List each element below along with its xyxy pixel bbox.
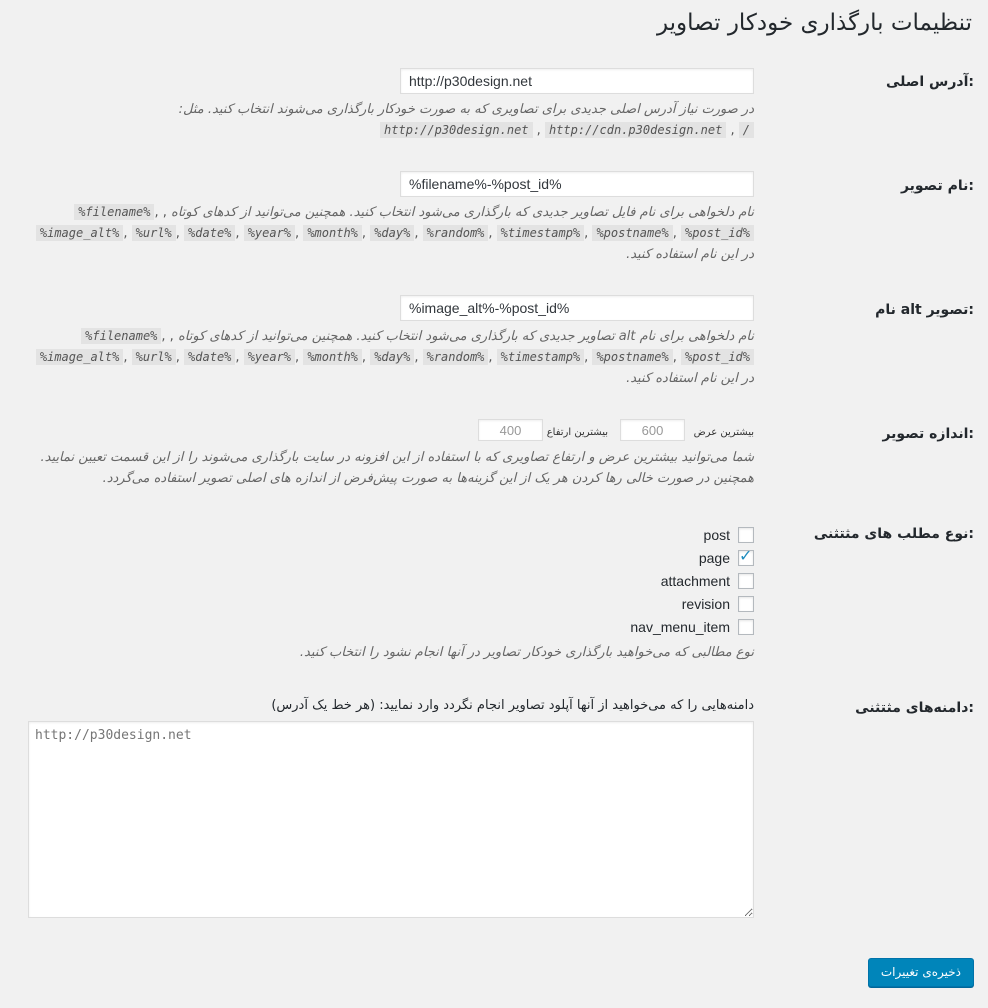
- image-name-description-end: در این نام استفاده کنید.: [626, 247, 754, 262]
- excluded-domains-description: دامنه‌هایی را که می‌خواهید از آنها آپلود…: [271, 698, 754, 713]
- image-name-description-text: نام دلخواهی برای نام فایل تصاویر جدیدی ک…: [171, 205, 754, 220]
- code-random: %random%: [422, 225, 489, 241]
- post-type-option-attachment[interactable]: attachment: [661, 571, 754, 591]
- image-alt-description-text: نام دلخواهی برای نام alt تصاویر جدیدی که…: [177, 329, 754, 344]
- max-width-label: بیشترین عرض: [693, 427, 754, 438]
- code-image-alt: %image_alt%: [35, 225, 124, 241]
- post-type-option-label: page: [698, 550, 730, 566]
- image-name-description: نام دلخواهی برای نام فایل تصاویر جدیدی ک…: [28, 202, 754, 265]
- max-height-input[interactable]: [478, 419, 543, 441]
- image-alt-description-end: در این نام استفاده کنید.: [626, 371, 754, 386]
- code-filename: %filename%: [74, 204, 155, 220]
- code-post-id: %post_id%: [680, 349, 754, 365]
- post-type-option-page[interactable]: ✓ page: [698, 546, 754, 568]
- base-url-description-text: در صورت نیاز آدرس اصلی جدیدی برای تصاویر…: [178, 102, 754, 117]
- post-type-option-nav-menu-item[interactable]: nav_menu_item: [630, 617, 754, 637]
- post-type-checkbox-page[interactable]: ✓: [738, 546, 754, 566]
- post-type-checkbox-post[interactable]: [738, 527, 754, 543]
- base-url-description: در صورت نیاز آدرس اصلی جدیدی برای تصاویر…: [178, 102, 754, 138]
- image-name-input[interactable]: [400, 171, 754, 197]
- excluded-domains-label: دامنه‌های مثتثنی:: [855, 700, 974, 716]
- base-url-example-3: /: [738, 122, 754, 138]
- code-postname: %postname%: [592, 349, 673, 365]
- code-random: %random%: [422, 349, 489, 365]
- code-timestamp: %timestamp%: [496, 349, 585, 365]
- code-date: %date%: [184, 225, 236, 241]
- code-image-alt: %image_alt%: [35, 349, 124, 365]
- code-year: %year%: [243, 349, 296, 365]
- code-timestamp: %timestamp%: [496, 225, 585, 241]
- post-type-checkbox-revision[interactable]: [738, 596, 754, 612]
- code-month: %month%: [303, 349, 362, 365]
- post-type-option-label: nav_menu_item: [630, 619, 730, 635]
- base-url-label: آدرس اصلی:: [885, 74, 974, 90]
- code-post-id: %post_id%: [680, 225, 754, 241]
- image-alt-description: نام دلخواهی برای نام alt تصاویر جدیدی که…: [28, 326, 754, 389]
- image-size-label: اندازه تصویر:: [882, 426, 974, 442]
- post-type-checkbox-attachment[interactable]: [738, 573, 754, 589]
- post-type-option-label: attachment: [660, 573, 730, 589]
- base-url-example-2: http://cdn.p30design.net: [544, 122, 727, 138]
- base-url-input[interactable]: [400, 68, 754, 94]
- image-name-label: نام تصویر:: [900, 178, 974, 194]
- checkmark-icon: ✓: [739, 546, 753, 565]
- image-alt-label: نام alt تصویر:: [875, 302, 974, 318]
- code-day: %day%: [370, 225, 415, 241]
- code-url: %url%: [131, 349, 176, 365]
- max-height-label: بیشترین ارتفاع: [546, 427, 608, 438]
- code-day: %day%: [370, 349, 415, 365]
- post-type-checkbox-nav-menu-item[interactable]: [738, 619, 754, 635]
- code-year: %year%: [243, 225, 296, 241]
- image-size-description: شما می‌توانید بیشترین عرض و ارتفاع تصاوی…: [40, 450, 754, 486]
- page-title: تنظیمات بارگذاری خودکار تصاویر: [656, 10, 972, 36]
- post-type-option-revision[interactable]: revision: [682, 594, 754, 614]
- post-type-option-label: revision: [681, 596, 730, 612]
- excluded-post-types-label: نوع مطلب های مثتثنی:: [813, 526, 974, 542]
- code-postname: %postname%: [592, 225, 673, 241]
- base-url-example-1: http://p30design.net: [380, 122, 533, 138]
- code-date: %date%: [184, 349, 236, 365]
- code-filename: %filename%: [81, 328, 162, 344]
- code-url: %url%: [131, 225, 176, 241]
- code-month: %month%: [303, 225, 362, 241]
- max-width-input[interactable]: [620, 419, 685, 441]
- post-type-option-post[interactable]: post: [704, 525, 754, 545]
- excluded-post-types-description: نوع مطالبی که می‌خواهید بارگذاری خودکار …: [299, 645, 754, 660]
- save-button[interactable]: ذخیره‌ی تغییرات: [867, 958, 974, 987]
- post-type-option-label: post: [703, 527, 730, 543]
- image-alt-input[interactable]: [400, 295, 754, 321]
- excluded-domains-textarea[interactable]: [28, 721, 754, 918]
